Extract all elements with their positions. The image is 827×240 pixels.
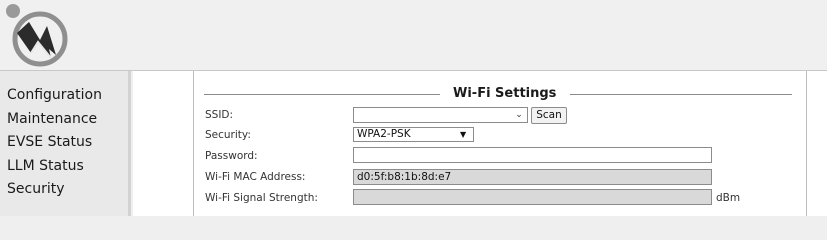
chevron-down-icon[interactable]: ⌄ [512, 109, 526, 121]
power-plug-logo-icon [6, 4, 68, 67]
signal-strength-value [353, 189, 712, 205]
mac-address-value: d0:5f:b8:1b:8d:e7 [353, 169, 712, 185]
wifi-settings-title: Wi-Fi Settings [447, 86, 563, 101]
header [0, 0, 827, 71]
mac-address-label: Wi-Fi MAC Address: [205, 171, 306, 183]
scan-button[interactable]: Scan [531, 107, 567, 124]
password-input[interactable] [353, 147, 712, 163]
security-label: Security: [205, 129, 251, 141]
nav-item-evse-status[interactable]: EVSE Status [0, 131, 128, 155]
nav-item-llm-status[interactable]: LLM Status [0, 155, 128, 179]
fieldset-border-left [204, 94, 440, 95]
security-select[interactable]: WPA2-PSK [353, 127, 474, 142]
nav-item-configuration[interactable]: Configuration [0, 84, 128, 108]
content-right-gutter [806, 71, 827, 216]
fieldset-border-right [570, 94, 792, 95]
nav-item-security[interactable]: Security [0, 178, 128, 202]
triangle-down-icon: ▼ [460, 130, 467, 139]
content-left-gutter [133, 71, 194, 216]
ssid-input[interactable] [353, 107, 528, 123]
signal-strength-label: Wi-Fi Signal Strength: [205, 192, 318, 204]
ssid-label: SSID: [205, 109, 234, 121]
security-selected-value: WPA2-PSK [357, 128, 411, 140]
sidebar-nav: Configuration Maintenance EVSE Status LL… [0, 71, 131, 216]
nav-item-maintenance[interactable]: Maintenance [0, 108, 128, 132]
signal-strength-unit: dBm [716, 192, 741, 204]
password-label: Password: [205, 150, 258, 162]
